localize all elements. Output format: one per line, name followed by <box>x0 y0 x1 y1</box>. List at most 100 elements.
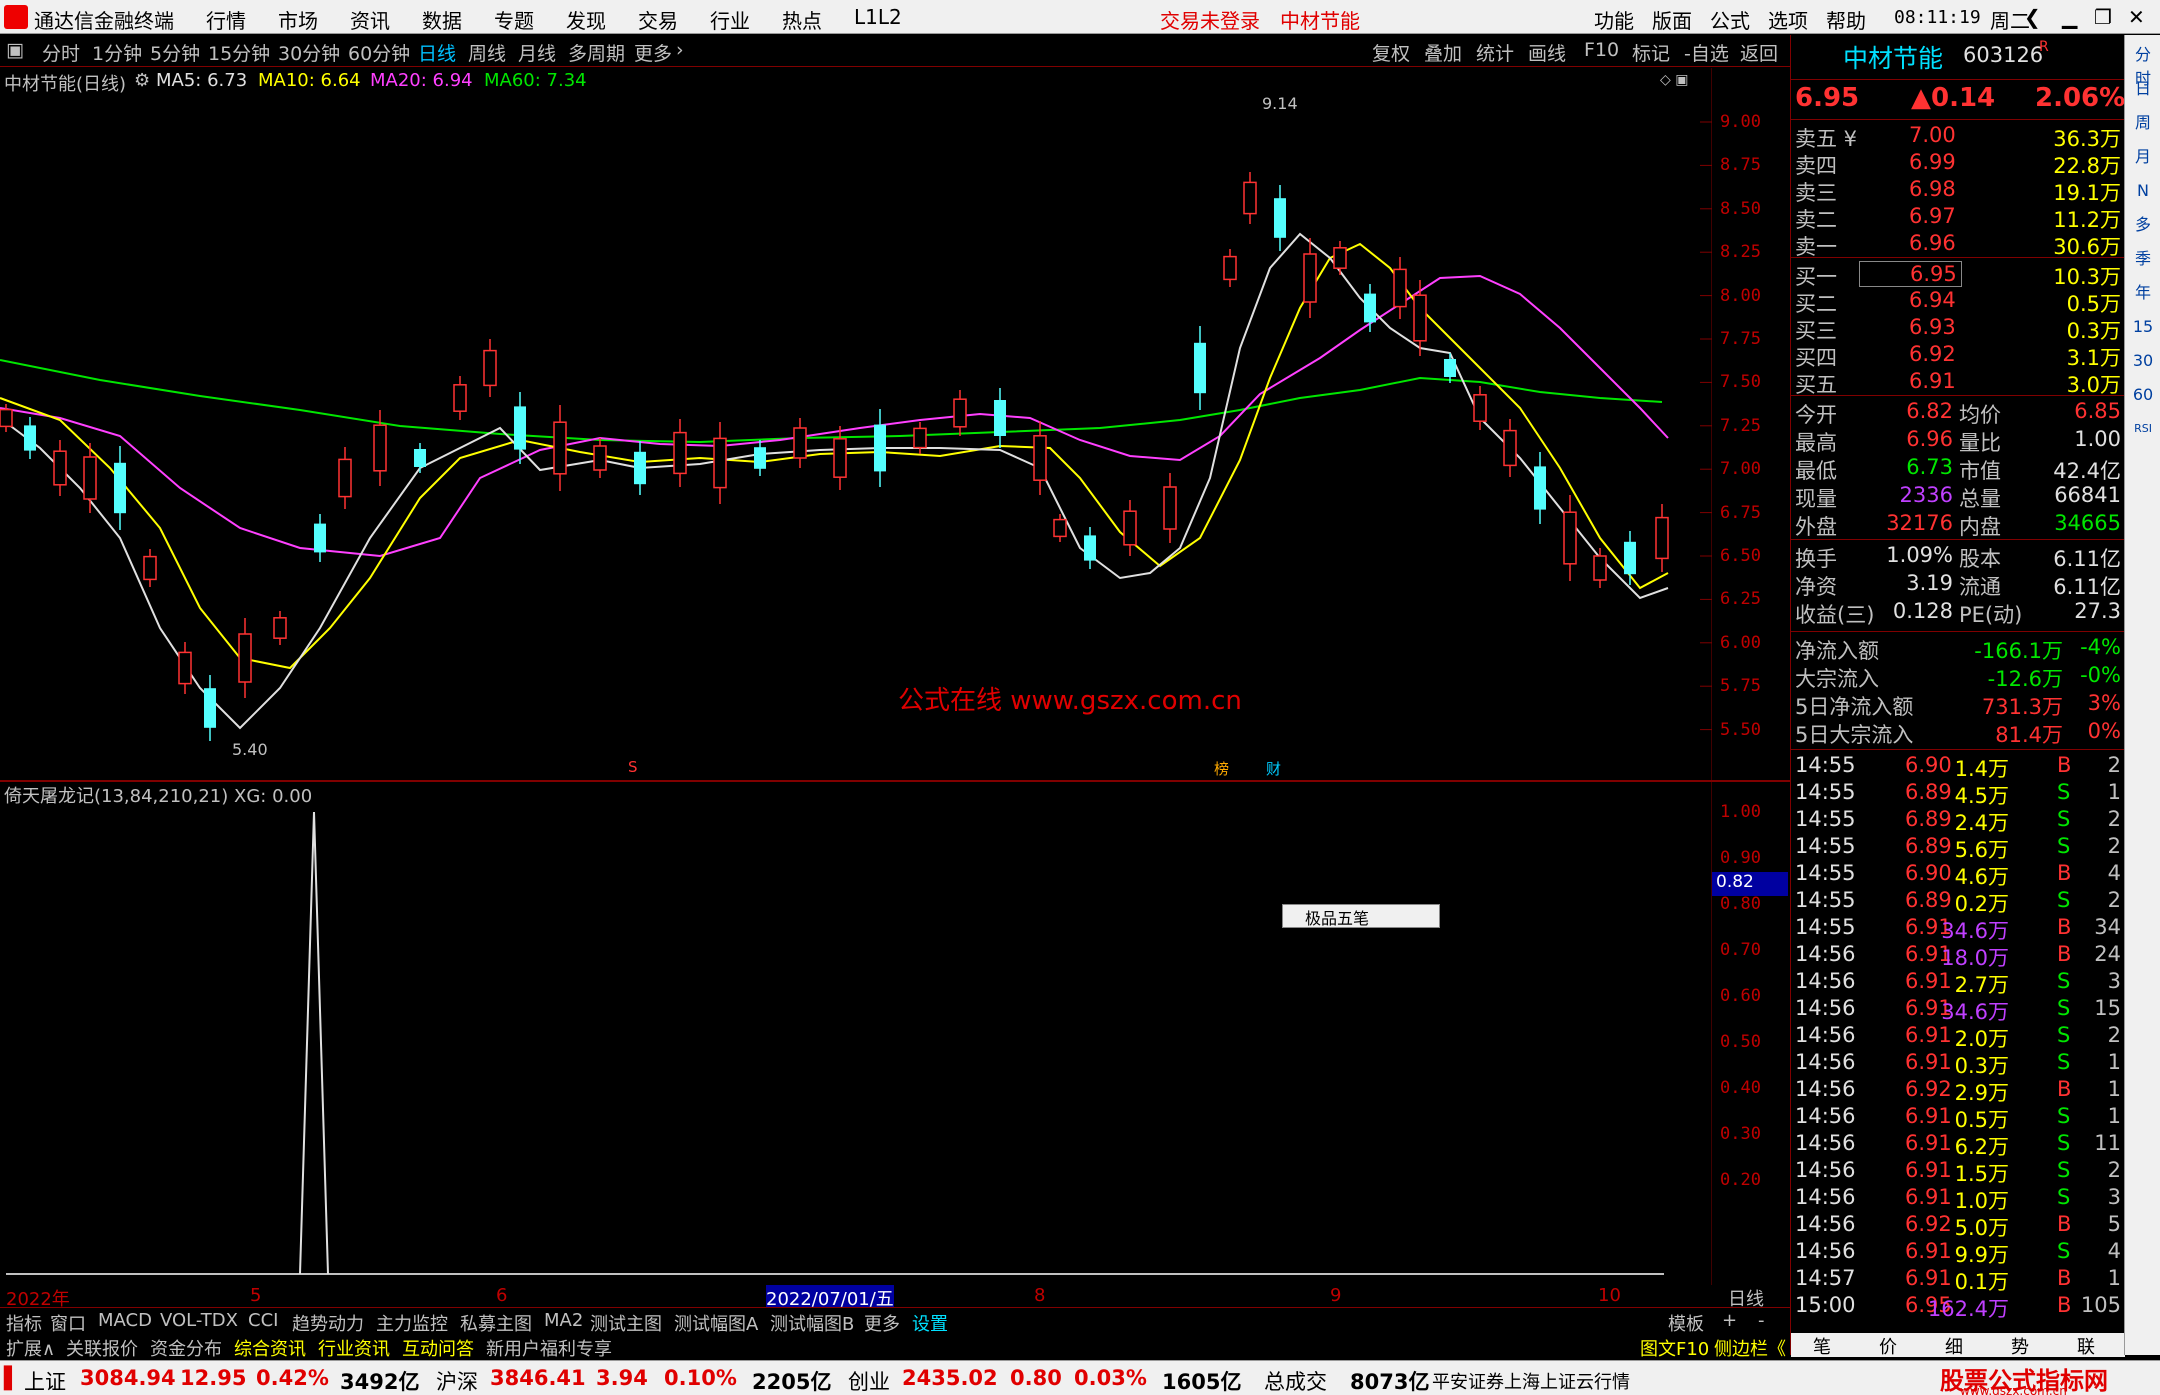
chart-expand-icon[interactable]: ◇ ▣ <box>1660 72 1688 88</box>
panel-tab[interactable]: 细 <box>1945 1333 1963 1359</box>
period-5min[interactable]: 5分钟 <box>150 39 200 66</box>
menu-bangzhu[interactable]: 帮助 <box>1826 5 1866 34</box>
menu-gongshi[interactable]: 公式 <box>1710 5 1750 34</box>
panel-tab[interactable]: 势 <box>2011 1333 2029 1359</box>
indicator-chart[interactable]: 倚天屠龙记(13,84,210,21) XG: 0.00 1.00 0.90 0.8… <box>0 782 1788 1304</box>
sidebar-icon[interactable]: 月 <box>2131 145 2155 169</box>
menu-gongneng[interactable]: 功能 <box>1594 5 1634 34</box>
period-1min[interactable]: 1分钟 <box>92 39 142 66</box>
menu-faxian[interactable]: 发现 <box>566 5 606 34</box>
panel-toggle-icon[interactable]: ▣ <box>6 39 24 61</box>
sidebar-icon[interactable]: 季 <box>2131 247 2155 271</box>
tool-fuquan[interactable]: 复权 <box>1372 39 1410 66</box>
sidebar-icon[interactable]: 多 <box>2131 213 2155 237</box>
kline-chart[interactable]: 中材节能(日线) ⚙ MA5: 6.73 MA10: 6.64 MA20: 6.… <box>0 68 1761 780</box>
menu-jiaoyi[interactable]: 交易 <box>638 5 678 34</box>
zoom-out-button[interactable]: - <box>1758 1310 1765 1331</box>
tab-cci[interactable]: CCI <box>248 1310 278 1331</box>
sidebar-icon[interactable]: 60 <box>2131 383 2155 407</box>
tab-hangyezixun[interactable]: 行业资讯 <box>318 1335 390 1361</box>
tab-guanlianbaojia[interactable]: 关联报价 <box>66 1335 138 1361</box>
more-chevron-icon[interactable]: › <box>676 39 684 61</box>
minimize-icon[interactable]: ▁ <box>2062 5 2077 29</box>
tool-zixuan[interactable]: -自选 <box>1684 39 1729 66</box>
tab-vol-tdx[interactable]: VOL-TDX <box>160 1310 238 1331</box>
sidebar-icon[interactable]: 30 <box>2131 349 2155 373</box>
cy-label[interactable]: 创业 <box>848 1366 890 1395</box>
zoom-in-button[interactable]: + <box>1722 1310 1737 1331</box>
period-more[interactable]: 更多 <box>634 39 672 66</box>
menu-zixun[interactable]: 资讯 <box>350 5 390 34</box>
bid-row[interactable]: 买三 6.93 0.3万 <box>1791 315 2125 343</box>
menu-l1l2[interactable]: L1L2 <box>854 5 902 29</box>
sidebar-icon[interactable]: 15 <box>2131 315 2155 339</box>
back-icon[interactable]: ❮ <box>2024 5 2041 29</box>
bid-row[interactable]: 买五 6.91 3.0万 <box>1791 369 2125 397</box>
ask-row[interactable]: 卖四 6.99 22.8万 <box>1791 150 2125 178</box>
tool-biaoji[interactable]: 标记 <box>1632 39 1670 66</box>
period-fenshi[interactable]: 分时 <box>42 39 80 66</box>
tab-zijinfenbu[interactable]: 资金分布 <box>150 1335 222 1361</box>
panel-tab[interactable]: 联 <box>2077 1333 2095 1359</box>
menu-shichang[interactable]: 市场 <box>278 5 318 34</box>
menu-banmian[interactable]: 版面 <box>1652 5 1692 34</box>
login-status[interactable]: 交易未登录 <box>1160 5 1260 34</box>
bid-row[interactable]: 买一 6.95 10.3万 <box>1791 261 2125 289</box>
tool-huaxian[interactable]: 画线 <box>1528 39 1566 66</box>
ask-row[interactable]: 卖一 6.96 30.6万 <box>1791 231 2125 259</box>
sidebar-icon[interactable]: N <box>2131 179 2155 203</box>
close-icon[interactable]: ✕ <box>2128 5 2145 29</box>
restore-icon[interactable]: ❐ <box>2094 5 2112 29</box>
sh-label[interactable]: 上证 <box>24 1366 66 1395</box>
period-15min[interactable]: 15分钟 <box>208 39 270 66</box>
menu-hangqing[interactable]: 行情 <box>206 5 246 34</box>
bid-row[interactable]: 买四 6.92 3.1万 <box>1791 342 2125 370</box>
period-60min[interactable]: 60分钟 <box>348 39 410 66</box>
tool-tongji[interactable]: 统计 <box>1476 39 1514 66</box>
panel-tab[interactable]: 价 <box>1879 1333 1897 1359</box>
tab-tuwen-f10[interactable]: 图文F10 <box>1640 1335 1709 1361</box>
candle-body <box>1053 518 1067 538</box>
period-weekly[interactable]: 周线 <box>468 39 506 66</box>
sidebar-icon[interactable]: 周 <box>2131 111 2155 135</box>
marker-cai[interactable]: 财 <box>1266 758 1281 779</box>
ask-row[interactable]: 卖二 6.97 11.2万 <box>1791 204 2125 232</box>
menu-xuanxiang[interactable]: 选项 <box>1768 5 1808 34</box>
tab-macd[interactable]: MACD <box>98 1310 152 1331</box>
tab-xinyonghu[interactable]: 新用户福利专享 <box>486 1335 612 1361</box>
hs-label[interactable]: 沪深 <box>436 1366 478 1395</box>
candle-body <box>1243 181 1257 215</box>
sh-amount: 3492亿 <box>340 1370 420 1394</box>
sidebar-icon[interactable]: 日 <box>2131 77 2155 101</box>
tool-fanhui[interactable]: 返回 <box>1740 39 1778 66</box>
marker-bang[interactable]: 榜 <box>1214 758 1229 779</box>
menu-redian[interactable]: 热点 <box>782 5 822 34</box>
candle-body <box>634 451 646 485</box>
ime-toolbar[interactable]: 极品五笔 <box>1282 904 1440 928</box>
tab-cebianlan[interactable]: 侧边栏《 <box>1714 1335 1786 1361</box>
menu-hangye[interactable]: 行业 <box>710 5 750 34</box>
panel-tab[interactable]: 笔 <box>1813 1333 1831 1359</box>
ask-row[interactable]: 卖三 6.98 19.1万 <box>1791 177 2125 205</box>
menu-shuju[interactable]: 数据 <box>422 5 462 34</box>
ask-row[interactable]: 卖五 ¥ 7.00 36.3万 <box>1791 123 2125 151</box>
menu-zhuanti[interactable]: 专题 <box>494 5 534 34</box>
tool-diejia[interactable]: 叠加 <box>1424 39 1462 66</box>
period-multi[interactable]: 多周期 <box>568 39 625 66</box>
flow-value: -12.6万 <box>1987 667 2063 691</box>
sidebar-icon[interactable]: 分时 <box>2131 43 2155 88</box>
sidebar-icon[interactable]: RSI <box>2131 417 2155 441</box>
period-30min[interactable]: 30分钟 <box>278 39 340 66</box>
tab-ma2[interactable]: MA2 <box>544 1310 583 1331</box>
tab-zonghezixun[interactable]: 综合资讯 <box>234 1335 306 1361</box>
sidebar-icon[interactable]: 年 <box>2131 281 2155 305</box>
period-monthly[interactable]: 月线 <box>518 39 556 66</box>
tab-hudongwenda[interactable]: 互动问答 <box>402 1335 474 1361</box>
tool-f10[interactable]: F10 <box>1584 39 1619 61</box>
period-daily[interactable]: 日线 <box>418 39 456 66</box>
cursor-value-tag: 0.82 <box>1712 872 1788 896</box>
tab-kuozhan[interactable]: 扩展∧ <box>6 1335 55 1361</box>
broker-name[interactable]: 平安证券上海上证云行情 <box>1432 1368 1630 1394</box>
bid-row[interactable]: 买二 6.94 0.5万 <box>1791 288 2125 316</box>
marker-s[interactable]: S <box>628 758 638 776</box>
